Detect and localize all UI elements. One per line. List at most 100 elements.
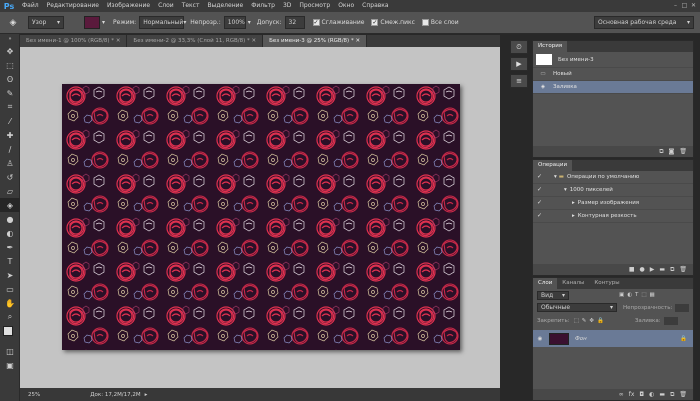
opacity-input[interactable]: 100%: [223, 16, 246, 29]
screen-mode-icon[interactable]: ▣: [0, 358, 20, 372]
blend-mode-select[interactable]: Обычные ▾: [537, 303, 617, 312]
adjustment-icon[interactable]: ◐: [649, 391, 654, 398]
tab-channels[interactable]: Каналы: [557, 278, 589, 289]
trash-icon[interactable]: 🗑: [679, 391, 687, 398]
link-icon[interactable]: ∞: [619, 391, 624, 398]
healing-tool-icon[interactable]: ✚: [0, 128, 20, 142]
paint-bucket-tool-icon[interactable]: ◈: [0, 198, 20, 212]
collapse-icon[interactable]: »: [0, 34, 20, 44]
close-icon[interactable]: ✕: [252, 38, 257, 44]
menu-file[interactable]: Файл: [18, 0, 43, 12]
history-snapshot[interactable]: Без имени-3: [533, 52, 693, 68]
mode-select[interactable]: Нормальный ▾: [139, 16, 186, 29]
pen-tool-icon[interactable]: ✒: [0, 240, 20, 254]
check-icon[interactable]: ✓: [537, 187, 543, 193]
tab-doc-2[interactable]: Без имени-2 @ 33,3% (Слой 11, RGB/8) * ✕: [127, 35, 264, 47]
menu-text[interactable]: Текст: [178, 0, 204, 12]
blur-tool-icon[interactable]: ●: [0, 212, 20, 226]
lock-icons[interactable]: ⬚✎✥🔒: [574, 318, 607, 324]
action-step-row[interactable]: ✓ ▸ Контурная резкость: [533, 210, 693, 223]
menu-edit[interactable]: Редактирование: [43, 0, 103, 12]
action-set-row[interactable]: ✓ ▾ ▬ Операции по умолчанию: [533, 171, 693, 184]
quick-select-tool-icon[interactable]: ✎: [0, 86, 20, 100]
camera-icon[interactable]: ◙: [669, 148, 675, 155]
eye-icon[interactable]: ◉: [533, 336, 547, 342]
layer-row-background[interactable]: ◉ Фон 🔒: [533, 330, 693, 347]
antialias-checkbox[interactable]: ✓: [312, 19, 320, 26]
tab-layers[interactable]: Слои: [533, 278, 558, 289]
tab-doc-3[interactable]: Без имени-3 @ 25% (RGB/8) * ✕: [263, 35, 368, 47]
move-tool-icon[interactable]: ✥: [0, 44, 20, 58]
menu-image[interactable]: Изображение: [103, 0, 154, 12]
trash-icon[interactable]: 🗑: [679, 266, 687, 273]
action-row[interactable]: ✓ ▾ 1000 пикселей: [533, 184, 693, 197]
chevron-down-icon[interactable]: ▾: [102, 19, 105, 26]
play-icon[interactable]: ▶: [650, 266, 655, 273]
menu-layers[interactable]: Слои: [154, 0, 178, 12]
chevron-down-icon[interactable]: ▾: [564, 187, 567, 193]
close-icon[interactable]: ✕: [689, 0, 698, 11]
history-panel-icon[interactable]: ⏲: [510, 40, 528, 54]
marquee-tool-icon[interactable]: ⬚: [0, 58, 20, 72]
paint-bucket-icon[interactable]: ◈: [4, 14, 22, 32]
fill-source-select[interactable]: Узор ▾: [28, 16, 64, 29]
filter-icons[interactable]: ▣◐T⬚▦: [619, 292, 658, 298]
color-swatches[interactable]: [0, 324, 20, 344]
stop-icon[interactable]: ■: [629, 266, 635, 273]
chevron-down-icon[interactable]: ▾: [554, 174, 557, 180]
quick-mask-icon[interactable]: ◫: [0, 344, 20, 358]
history-brush-tool-icon[interactable]: ↺: [0, 170, 20, 184]
layer-name[interactable]: Фон: [575, 336, 587, 342]
folder-icon[interactable]: ▬: [659, 266, 665, 273]
trash-icon[interactable]: 🗑: [679, 148, 687, 155]
check-icon[interactable]: ✓: [537, 174, 543, 180]
tab-doc-1[interactable]: Без имени-1 @ 100% (RGB/8) * ✕: [20, 35, 128, 47]
lasso-tool-icon[interactable]: ʘ: [0, 72, 20, 86]
menu-help[interactable]: Справка: [358, 0, 392, 12]
mask-icon[interactable]: ◘: [639, 391, 644, 398]
crop-tool-icon[interactable]: ⌗: [0, 100, 20, 114]
menu-3d[interactable]: 3D: [279, 0, 295, 12]
chevron-right-icon[interactable]: ▸: [572, 200, 575, 206]
menu-view[interactable]: Просмотр: [295, 0, 334, 12]
check-icon[interactable]: ✓: [537, 200, 543, 206]
chevron-right-icon[interactable]: ▸: [572, 213, 575, 219]
brush-tool-icon[interactable]: ∕: [0, 142, 20, 156]
layer-opacity-input[interactable]: [675, 303, 690, 312]
folder-icon[interactable]: ▬: [659, 391, 665, 398]
new-document-icon[interactable]: ⧉: [659, 148, 663, 156]
workspace-select[interactable]: Основная рабочая среда ▾: [594, 16, 694, 29]
history-item[interactable]: ▭ Новый: [533, 68, 693, 81]
contiguous-checkbox[interactable]: ✓: [371, 19, 379, 26]
chevron-down-icon[interactable]: ▾: [248, 19, 251, 26]
actions-panel-icon[interactable]: ▶: [510, 57, 528, 71]
type-tool-icon[interactable]: T: [0, 254, 20, 268]
path-select-tool-icon[interactable]: ➤: [0, 268, 20, 282]
zoom-tool-icon[interactable]: ⌕: [0, 310, 20, 324]
menu-window[interactable]: Окно: [334, 0, 358, 12]
action-step-row[interactable]: ✓ ▸ Размер изображения: [533, 197, 693, 210]
tolerance-input[interactable]: 32: [284, 16, 305, 29]
tab-paths[interactable]: Контуры: [589, 278, 624, 289]
fx-icon[interactable]: fx: [629, 391, 635, 398]
hand-tool-icon[interactable]: ✋: [0, 296, 20, 310]
record-icon[interactable]: ●: [640, 266, 645, 273]
minimize-icon[interactable]: –: [671, 0, 680, 11]
close-icon[interactable]: ✕: [355, 38, 360, 44]
layer-filter-select[interactable]: Вид ▾: [537, 290, 569, 300]
check-icon[interactable]: ✓: [537, 213, 543, 219]
tab-history[interactable]: История: [533, 41, 568, 52]
document-canvas[interactable]: [62, 84, 460, 350]
close-icon[interactable]: ✕: [116, 38, 121, 44]
foreground-color-swatch[interactable]: [3, 326, 13, 336]
menu-select[interactable]: Выделение: [203, 0, 247, 12]
new-layer-icon[interactable]: ⧉: [670, 391, 674, 399]
layer-fill-input[interactable]: [663, 316, 678, 325]
tab-actions[interactable]: Операции: [533, 160, 573, 171]
eyedropper-tool-icon[interactable]: ⁄: [0, 114, 20, 128]
adjustments-panel-icon[interactable]: ≡: [510, 74, 528, 88]
maximize-icon[interactable]: □: [680, 0, 689, 11]
new-action-icon[interactable]: ⧉: [670, 266, 674, 274]
chevron-right-icon[interactable]: ▸: [145, 392, 148, 398]
shape-tool-icon[interactable]: ▭: [0, 282, 20, 296]
